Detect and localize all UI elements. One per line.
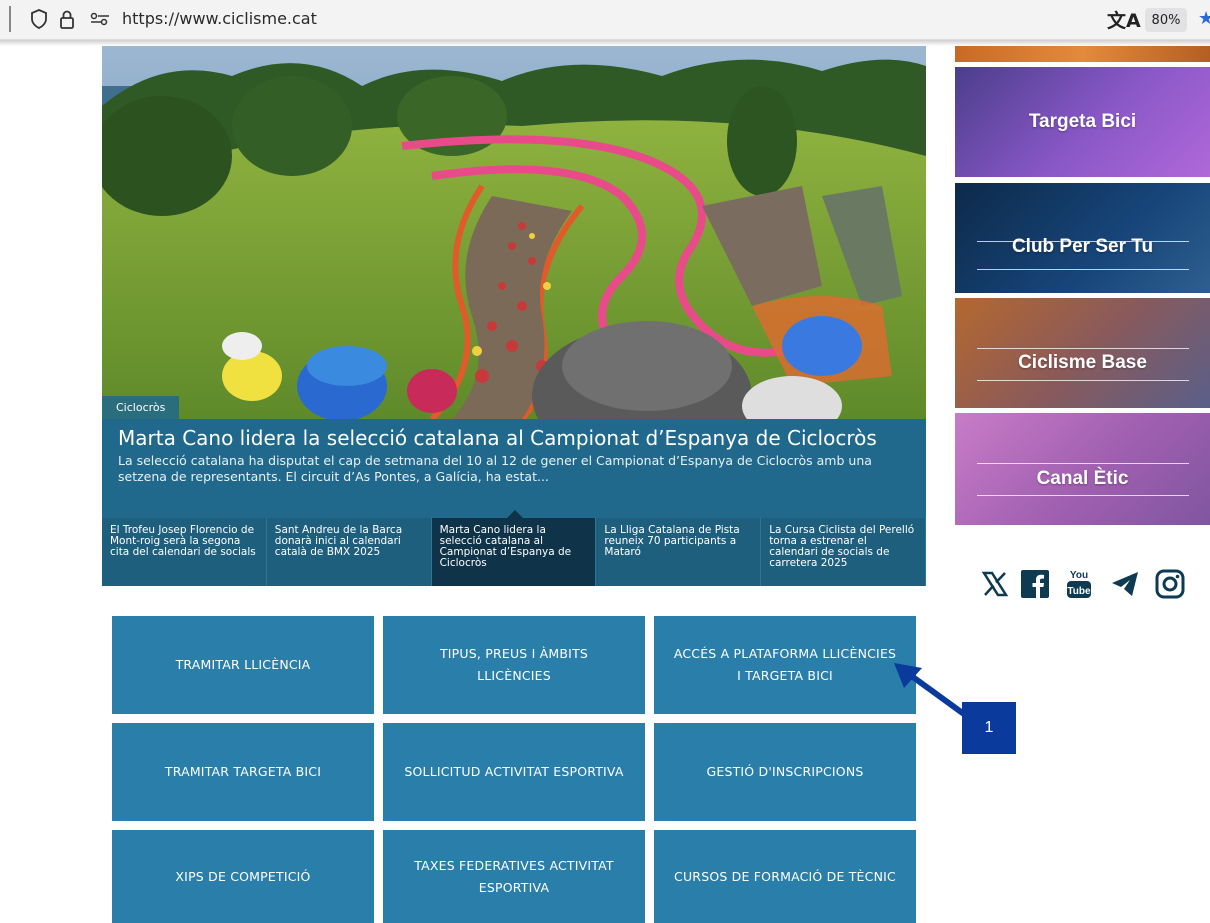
news-item[interactable]: Sant Andreu de la Barca donarà inici al … [267,518,432,586]
banner-club-per-ser-tu[interactable]: Club Per Ser Tu [955,183,1210,293]
banner-canal-etic[interactable]: Canal Ètic [955,413,1210,525]
banner-divider [977,380,1189,381]
browser-toolbar: https://www.ciclisme.cat 文A 80% ★ [0,0,1210,40]
tile-tramitar-targeta-bici[interactable]: TRAMITAR TARGETA BICI [112,723,374,821]
news-item[interactable]: La Cursa Ciclista del Perelló torna a es… [761,518,926,586]
tile-gestio-inscripcions[interactable]: GESTIÓ D'INSCRIPCIONS [654,723,916,821]
toolbar-divider [9,6,11,32]
banner-label: Club Per Ser Tu [1011,236,1154,257]
youtube-icon[interactable]: You Tube [1062,564,1096,604]
hero-title[interactable]: Marta Cano lidera la selecció catalana a… [118,426,918,450]
side-banner-partial[interactable] [955,46,1210,62]
tile-xips-competicio[interactable]: XIPS DE COMPETICIÓ [112,830,374,923]
tile-cursos-formacio[interactable]: CURSOS DE FORMACIÓ DE TÈCNIC [654,830,916,923]
lock-icon[interactable] [59,8,75,30]
zoom-level[interactable]: 80% [1145,8,1187,32]
banner-label: Canal Ètic [1036,468,1129,489]
hero-category-tag[interactable]: Ciclocròs [102,396,180,419]
news-item[interactable]: El Trofeu Josep Florencio de Mont-roig s… [102,518,267,586]
translate-icon[interactable]: 文A [1107,6,1141,33]
banner-ciclisme-base[interactable]: Ciclisme Base [955,298,1210,408]
tile-sollicitud-activitat[interactable]: SOLLICITUD ACTIVITAT ESPORTIVA [383,723,645,821]
permissions-icon[interactable] [89,8,111,30]
svg-text:You: You [1070,570,1088,581]
tile-tramitar-llicencia[interactable]: TRAMITAR LLICÈNCIA [112,616,374,714]
svg-text:Tube: Tube [1067,586,1091,597]
banner-divider [977,269,1189,270]
banner-label: Ciclisme Base [1018,352,1147,373]
news-item-active[interactable]: Marta Cano lidera la selecció catalana a… [431,510,597,586]
url-field[interactable]: https://www.ciclisme.cat [122,9,317,28]
tile-taxes-federatives[interactable]: TAXES FEDERATIVES ACTIVITAT ESPORTIVA [383,830,645,923]
telegram-icon[interactable] [1108,564,1142,604]
news-strip: El Trofeu Josep Florencio de Mont-roig s… [102,510,926,586]
hero-slider[interactable]: Ciclocròs Marta Cano lidera la selecció … [102,46,926,586]
banner-targeta-bici[interactable]: Targeta Bici [955,67,1210,177]
facebook-icon[interactable] [1018,564,1052,604]
shield-icon[interactable] [30,8,48,30]
bookmark-star-icon[interactable]: ★ [1198,8,1210,29]
tile-acces-plataforma[interactable]: ACCÉS A PLATAFORMA LLICÈNCIES I TARGETA … [654,616,916,714]
news-item[interactable]: La Lliga Catalana de Pista reuneix 70 pa… [596,518,762,586]
banner-divider [977,495,1189,496]
instagram-icon[interactable] [1153,564,1187,604]
tile-tipus-preus-llicencies[interactable]: TIPUS, PREUS I ÀMBITS LLICÈNCIES [383,616,645,714]
x-icon[interactable] [978,564,1012,604]
banner-label: Targeta Bici [1028,111,1137,132]
hero-photo[interactable] [102,46,926,419]
annotation-badge: 1 [962,702,1016,754]
hero-summary: La selecció catalana ha disputat el cap … [118,453,872,484]
